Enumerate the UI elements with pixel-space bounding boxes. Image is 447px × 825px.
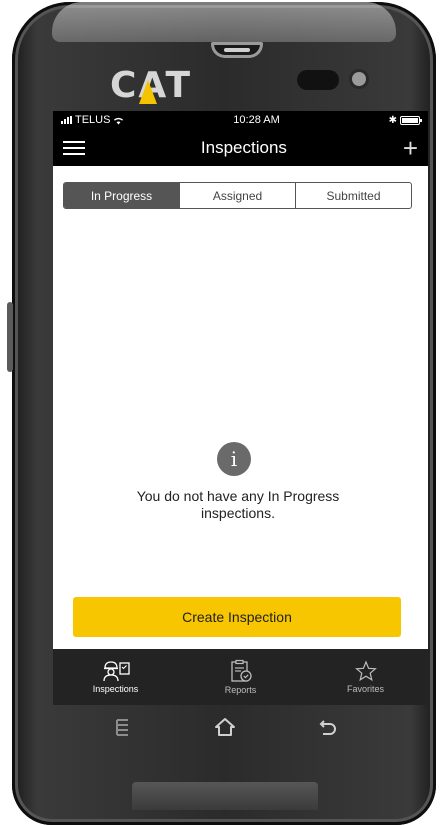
info-icon: i — [217, 442, 251, 476]
hamburger-menu-icon[interactable] — [63, 140, 85, 155]
empty-state-line-1: You do not have any In Progress — [136, 488, 340, 504]
signal-icon — [61, 116, 72, 124]
status-time: 10:28 AM — [233, 114, 280, 126]
home-icon — [214, 718, 235, 736]
star-icon — [354, 660, 377, 682]
logo-triangle — [139, 80, 157, 104]
front-camera — [352, 72, 366, 86]
status-right: ✱ — [388, 114, 422, 126]
tab-inspections[interactable]: Inspections — [71, 660, 161, 694]
tab-inspections-label: Inspections — [92, 684, 139, 694]
battery-icon — [400, 115, 422, 125]
status-left: TELUS — [61, 114, 124, 126]
create-inspection-button[interactable]: Create Inspection — [73, 597, 401, 637]
empty-state-line-2: inspections. — [201, 505, 275, 521]
device-bottom-bar — [132, 782, 318, 810]
proximity-sensor — [297, 70, 339, 90]
status-bar: TELUS 10:28 AM ✱ — [53, 111, 428, 129]
segment-assigned[interactable]: Assigned — [180, 183, 296, 208]
tab-reports[interactable]: Reports — [196, 659, 286, 695]
carrier-label: TELUS — [75, 114, 111, 126]
empty-state-message: You do not have any In Progress inspecti… — [93, 488, 383, 522]
back-arrow-icon — [319, 720, 337, 735]
cat-logo: CAT — [110, 64, 190, 108]
recent-apps-key[interactable] — [105, 714, 139, 740]
earpiece-speaker — [211, 42, 263, 58]
segment-in-progress[interactable]: In Progress — [64, 183, 180, 208]
home-key[interactable] — [208, 714, 242, 740]
page-title: Inspections — [200, 137, 287, 157]
hardware-nav-keys — [70, 710, 380, 744]
side-button — [7, 302, 13, 372]
segment-submitted[interactable]: Submitted — [296, 183, 411, 208]
main-content: In Progress Assigned Submitted i You do … — [53, 166, 428, 653]
recent-apps-icon — [115, 719, 128, 736]
clipboard-check-icon — [230, 659, 252, 682]
phone-screen: TELUS 10:28 AM ✱ Inspections + In Progre… — [53, 111, 428, 705]
add-inspection-plus-icon[interactable]: + — [403, 135, 418, 161]
top-nav-bar: Inspections + — [53, 129, 428, 166]
bluetooth-icon: ✱ — [388, 114, 397, 126]
back-key[interactable] — [311, 714, 345, 740]
tab-favorites[interactable]: Favorites — [321, 660, 411, 694]
tab-favorites-label: Favorites — [346, 684, 384, 694]
bottom-tab-bar: Inspections Reports Favorites — [53, 649, 428, 705]
tab-reports-label: Reports — [224, 685, 257, 695]
status-segmented-control: In Progress Assigned Submitted — [63, 182, 412, 209]
wifi-icon — [114, 117, 124, 124]
inspector-icon — [102, 661, 130, 682]
